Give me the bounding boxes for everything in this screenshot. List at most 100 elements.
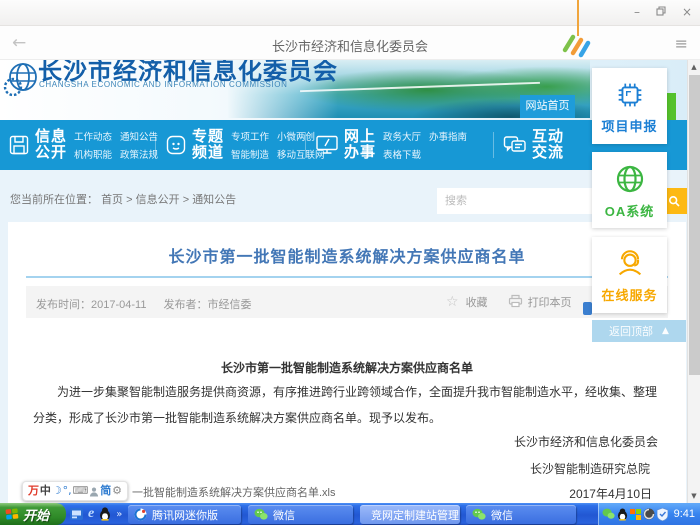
signature-org2: 长沙智能制造研究总院 bbox=[530, 460, 650, 477]
article-card: 长沙市第一批智能制造系统解决方案供应商名单 发布时间：2017-04-11 发布… bbox=[8, 222, 686, 503]
up-triangle-icon: ▲ bbox=[662, 326, 669, 336]
taskbar-task-wechat[interactable]: 微信 bbox=[248, 505, 353, 524]
breadcrumb-level1-link[interactable]: 信息公开 bbox=[136, 194, 180, 206]
minimize-button[interactable]: – bbox=[634, 4, 640, 20]
scrollbar-up-arrow[interactable]: ▲ bbox=[688, 60, 700, 74]
site-banner: 长沙市经济和信息化委员会 CHANGSHA ECONOMIC AND INFOR… bbox=[0, 60, 687, 120]
breadcrumb-home-link[interactable]: 首页 bbox=[101, 194, 123, 206]
search-icon bbox=[668, 195, 681, 208]
breadcrumb-separator: > bbox=[183, 194, 189, 206]
nav-sub-link[interactable]: 机构职能 bbox=[74, 147, 112, 161]
nav-group-info[interactable]: 信息公开 工作动态 通知公告 机构职能 政策法规 bbox=[8, 120, 158, 170]
restore-button[interactable] bbox=[656, 4, 666, 20]
article-body-heading: 长沙市第一批智能制造系统解决方案供应商名单 bbox=[8, 359, 686, 376]
wechat-icon bbox=[472, 508, 486, 521]
ime-keyboard-icon[interactable]: ⌨ bbox=[73, 482, 89, 500]
favorite-star-icon[interactable]: ☆ bbox=[446, 294, 459, 310]
ime-simplified-icon[interactable]: 简 bbox=[100, 482, 111, 500]
ime-chinese-mode-icon[interactable]: 中 bbox=[40, 482, 51, 500]
screen: – × ← 长沙市经济和信息化委员会 ≡ bbox=[0, 0, 700, 525]
task-label: 腾讯网迷你版 bbox=[152, 507, 218, 523]
nav-label: 交流 bbox=[532, 145, 564, 161]
breadcrumb-prefix: 您当前所在位置： bbox=[10, 194, 98, 206]
nav-sub-link[interactable]: 表格下载 bbox=[383, 147, 421, 161]
nav-group-services[interactable]: 网上办事 政务大厅 办事指南 表格下载 bbox=[315, 120, 467, 170]
title-divider bbox=[26, 276, 668, 278]
nav-label: 办事 bbox=[344, 145, 376, 161]
article-meta-bar: 发布时间：2017-04-11 发布者：市经信委 ☆ 收藏 打印本页 bbox=[26, 286, 668, 318]
taskbar-task-tencent-mini[interactable]: 腾讯网迷你版 bbox=[128, 505, 241, 524]
scrollbar-thumb[interactable] bbox=[689, 75, 700, 375]
tencent-icon bbox=[134, 508, 147, 521]
nav-sub-link[interactable]: 政务大厅 bbox=[383, 129, 421, 143]
publish-time-label: 发布时间： bbox=[36, 299, 91, 311]
tray-grid-icon[interactable] bbox=[630, 509, 641, 520]
tray-qq-icon[interactable] bbox=[617, 508, 628, 521]
home-tab[interactable]: 网站首页 bbox=[520, 95, 575, 118]
project-declare-label: 项目申报 bbox=[601, 116, 657, 135]
nav-divider bbox=[493, 132, 494, 158]
tray-wechat-icon[interactable] bbox=[602, 508, 615, 520]
qq-icon[interactable] bbox=[99, 507, 111, 521]
ime-user-icon[interactable] bbox=[89, 486, 99, 497]
system-tray: 9:41 bbox=[598, 503, 700, 525]
favorite-button[interactable]: 收藏 bbox=[466, 294, 488, 310]
browser-page-title: 长沙市经济和信息化委员会 bbox=[0, 36, 700, 55]
share-icon[interactable] bbox=[583, 302, 592, 315]
ime-settings-gear-icon[interactable]: ⚙ bbox=[112, 482, 122, 500]
ie-icon[interactable]: e bbox=[88, 506, 94, 522]
breadcrumb-separator: > bbox=[126, 194, 132, 206]
nav-group-interact[interactable]: 互动交流 bbox=[503, 120, 564, 170]
signature-org1: 长沙市经济和信息化委员会 bbox=[514, 433, 658, 450]
chat-icon bbox=[503, 134, 527, 156]
globe-icon bbox=[612, 161, 648, 197]
nav-sub-link[interactable]: 政策法规 bbox=[120, 147, 158, 161]
nav-group-topics[interactable]: 专题频道 专项工作 小微两创 智能制造 移动互联网 bbox=[165, 120, 325, 170]
menu-icon[interactable]: ≡ bbox=[675, 34, 688, 53]
nav-sub-link[interactable]: 通知公告 bbox=[120, 129, 158, 143]
breadcrumb-level2-link[interactable]: 通知公告 bbox=[192, 194, 236, 206]
breadcrumb: 您当前所在位置： 首页 > 信息公开 > 通知公告 bbox=[10, 191, 236, 207]
ime-fullwidth-moon-icon[interactable]: ☽ bbox=[52, 482, 62, 500]
nav-sub-link[interactable]: 办事指南 bbox=[429, 129, 467, 143]
restore-icon bbox=[656, 6, 666, 16]
nav-sub-link[interactable]: 智能制造 bbox=[231, 147, 269, 161]
ime-wan-icon[interactable]: 万 bbox=[28, 482, 39, 500]
channel-icon bbox=[165, 134, 187, 156]
attachment-link[interactable]: 一批智能制造系统解决方案供应商名单.xls bbox=[132, 484, 336, 500]
page-viewport: 长沙市经济和信息化委员会 CHANGSHA ECONOMIC AND INFOR… bbox=[0, 60, 687, 503]
show-desktop-icon[interactable] bbox=[70, 508, 83, 520]
start-button[interactable]: 开始 bbox=[0, 503, 66, 525]
article-paragraph: 为进一步集聚智能制造服务提供商资源，有序推进跨行业跨领域合作，全面提升我市智能制… bbox=[33, 379, 663, 431]
close-button[interactable]: × bbox=[682, 4, 692, 20]
oa-system-button[interactable]: OA系统 bbox=[592, 152, 667, 228]
taskbar-task-jingwang-admin[interactable]: e 竞网定制建站管理... bbox=[360, 505, 460, 524]
tray-shield-icon[interactable] bbox=[657, 508, 668, 521]
tray-ime-icon[interactable] bbox=[643, 508, 655, 520]
nav-sub-link[interactable]: 专项工作 bbox=[231, 129, 269, 143]
start-label: 开始 bbox=[23, 505, 49, 524]
scrollbar-down-arrow[interactable]: ▼ bbox=[688, 489, 700, 503]
quick-launch-overflow-icon[interactable]: » bbox=[116, 509, 122, 520]
publisher-label: 发布者： bbox=[164, 299, 208, 311]
online-service-button[interactable]: 在线服务 bbox=[592, 237, 667, 313]
org-name-en: CHANGSHA ECONOMIC AND INFORMATION COMMIS… bbox=[39, 80, 288, 89]
project-declare-button[interactable]: 项目申报 bbox=[592, 68, 667, 144]
ime-punctuation-icon[interactable]: °, bbox=[63, 482, 72, 500]
publish-info: 发布时间：2017-04-11 发布者：市经信委 bbox=[36, 296, 252, 312]
nav-sub-link[interactable]: 工作动态 bbox=[74, 129, 112, 143]
tray-clock: 9:41 bbox=[674, 508, 697, 520]
nav-divider bbox=[155, 132, 156, 158]
taskbar-task-wechat-2[interactable]: 微信 bbox=[466, 505, 576, 524]
print-icon[interactable] bbox=[508, 294, 523, 311]
ime-toolbar: 万 中 ☽ °, ⌨ 简 ⚙ bbox=[22, 481, 128, 501]
quick-launch: e » bbox=[70, 503, 122, 525]
nav-label: 频道 bbox=[192, 145, 224, 161]
windows-flag-icon bbox=[5, 508, 19, 521]
window-titlebar: – × bbox=[0, 0, 700, 26]
scrollbar[interactable]: ▲ ▼ bbox=[687, 60, 700, 503]
browser-toolbar: ← 长沙市经济和信息化委员会 ≡ bbox=[0, 26, 700, 60]
nav-sub-link[interactable]: 小微两创 bbox=[277, 129, 315, 143]
print-button[interactable]: 打印本页 bbox=[528, 294, 572, 310]
back-to-top-button[interactable]: 返回顶部 ▲ bbox=[592, 320, 686, 342]
